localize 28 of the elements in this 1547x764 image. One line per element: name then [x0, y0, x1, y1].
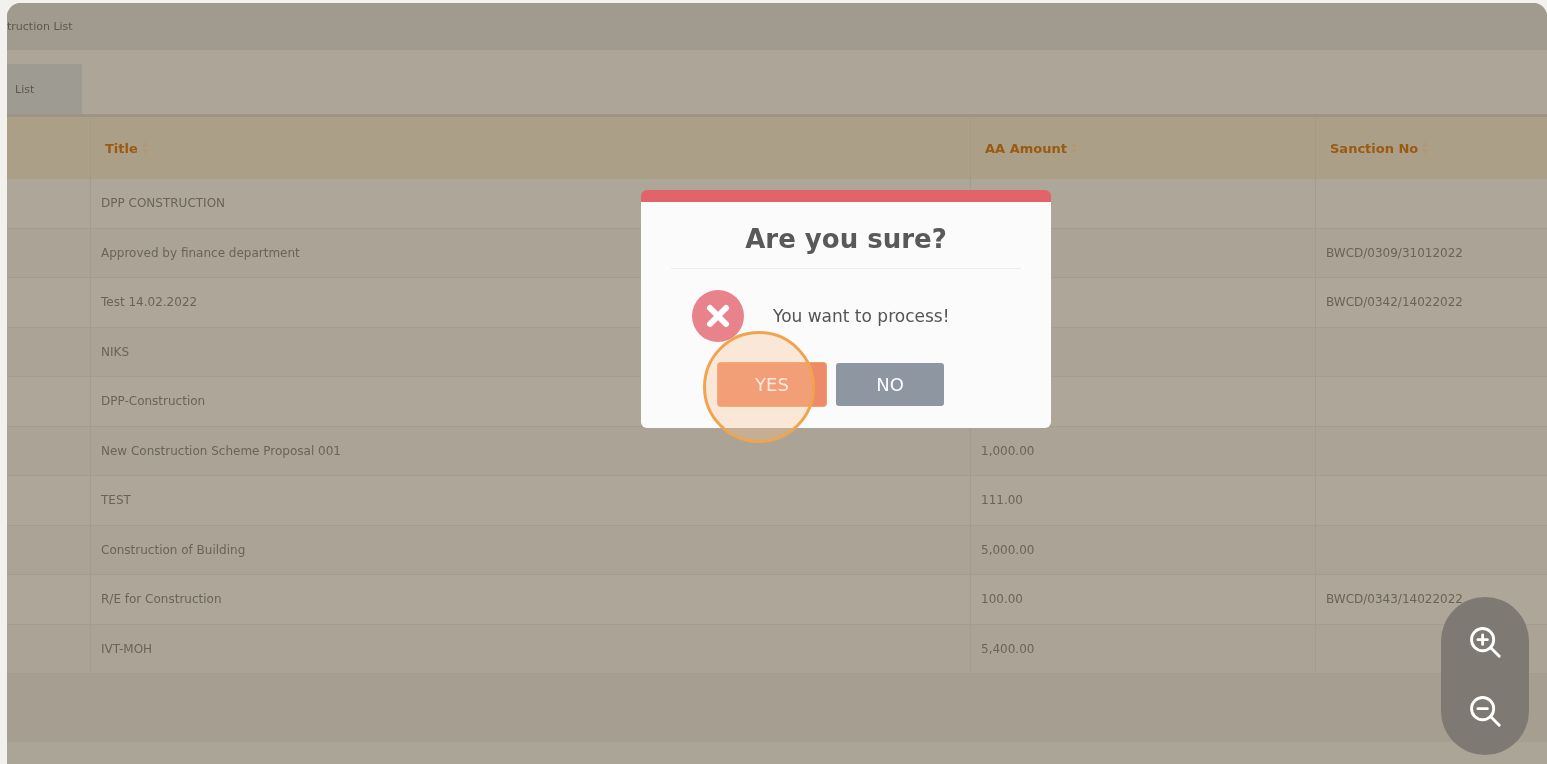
table-cell: 111.00 [981, 493, 1023, 508]
table-cell: Test 14.02.2022 [101, 295, 198, 310]
column-header[interactable]: Title [105, 140, 138, 156]
dialog-title: Are you sure? [745, 224, 947, 254]
table-cell: Approved by finance department [101, 245, 300, 260]
table-cell: BWCD/0342/14022022 [1326, 295, 1463, 310]
table-cell: 100.00 [981, 592, 1023, 607]
page-title: truction List [7, 20, 73, 33]
table-cell: 5,000.00 [981, 542, 1035, 557]
table-cell: BWCD/0343/14022022 [1326, 592, 1463, 607]
list-tab[interactable]: List [7, 64, 82, 114]
error-icon [691, 289, 745, 343]
column-header[interactable]: Sanction No [1330, 140, 1419, 156]
no-button[interactable]: NO [836, 363, 944, 406]
table-cell: DPP-Construction [101, 394, 206, 409]
table-cell: 1,000.00 [981, 443, 1035, 458]
yes-button[interactable]: YES [718, 363, 826, 406]
dialog-message: You want to process! [773, 306, 950, 326]
table-cell: R/E for Construction [101, 592, 222, 607]
table-cell: TEST [101, 493, 131, 508]
table-cell: BWCD/0309/31012022 [1326, 245, 1463, 260]
table-cell: Construction of Building [101, 542, 246, 557]
table-cell: 5,400.00 [981, 641, 1035, 656]
table-cell: IVT-MOH [101, 641, 153, 656]
table-cell: New Construction Scheme Proposal 001 [101, 443, 341, 458]
table-cell: DPP CONSTRUCTION [101, 196, 226, 211]
table-cell: NIKS [101, 344, 129, 359]
column-header[interactable]: AA Amount [985, 140, 1067, 156]
